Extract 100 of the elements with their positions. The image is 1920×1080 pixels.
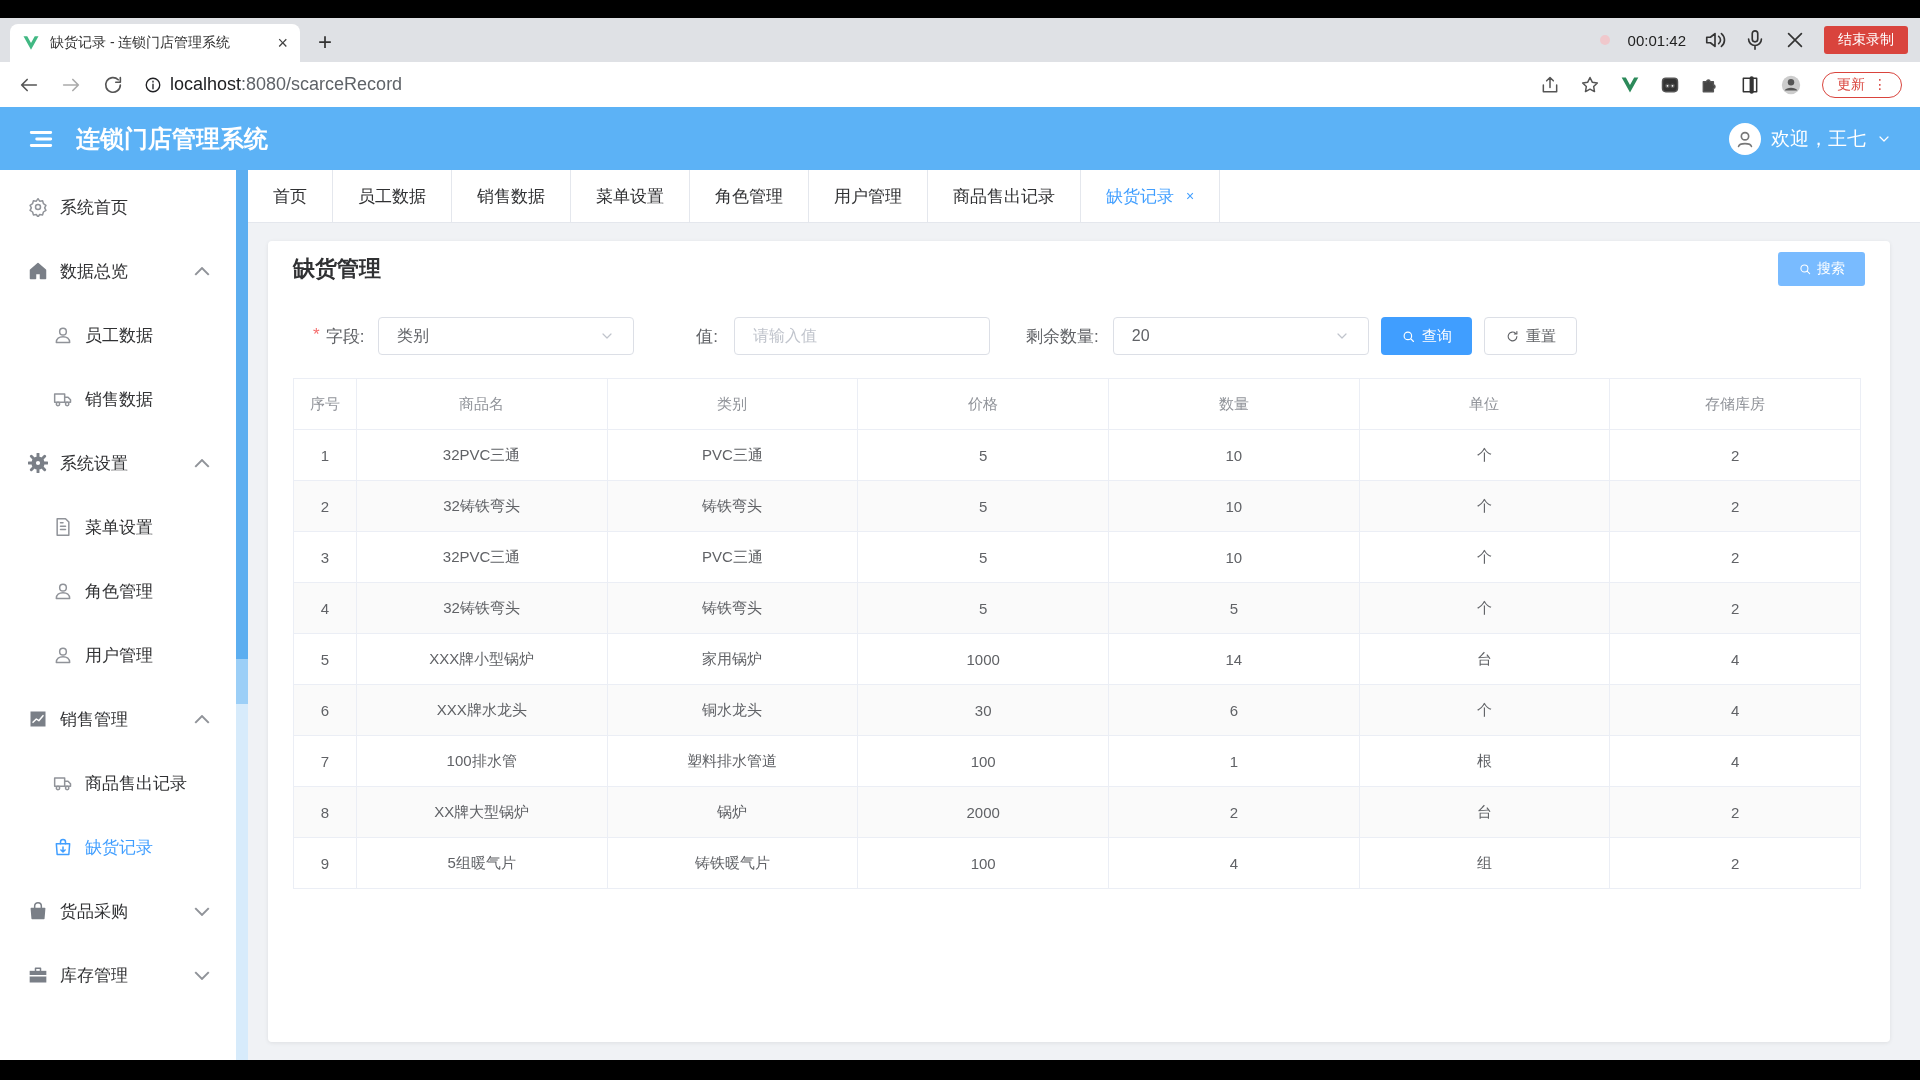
page-tab[interactable]: 销售数据 <box>452 170 571 222</box>
table-cell: 10 <box>1108 531 1360 583</box>
table-cell: 家用锅炉 <box>607 633 858 685</box>
table-cell: 锅炉 <box>607 786 858 838</box>
page-tab[interactable]: 用户管理 <box>809 170 928 222</box>
table-cell: 铸铁暖气片 <box>607 837 858 889</box>
reset-button[interactable]: 重置 <box>1483 317 1577 355</box>
table-cell: PVC三通 <box>607 429 858 481</box>
search-icon <box>1798 261 1812 276</box>
table-cell: 100 <box>857 837 1109 889</box>
sidebar-item[interactable]: 系统首页 <box>0 175 236 239</box>
close-icon[interactable]: × <box>277 32 288 54</box>
chevron-down-icon <box>194 907 210 916</box>
table-cell: 4 <box>1609 633 1861 685</box>
sidebar-group[interactable]: 库存管理 <box>0 943 236 1007</box>
table-cell: 100 <box>857 735 1109 787</box>
page-tab[interactable]: 商品售出记录 <box>928 170 1081 222</box>
table-cell: 4 <box>1108 837 1360 889</box>
table-cell: 台 <box>1359 786 1610 838</box>
column-header: 存储库房 <box>1609 378 1861 430</box>
table-cell: 个 <box>1359 582 1610 634</box>
table-cell: 组 <box>1359 837 1610 889</box>
column-header: 商品名 <box>356 378 608 430</box>
table-cell: 4 <box>1609 684 1861 736</box>
chevron-up-icon <box>194 715 210 724</box>
table-cell: 14 <box>1108 633 1360 685</box>
chevron-up-icon <box>194 267 210 276</box>
scrollbar[interactable] <box>236 170 248 1060</box>
column-header: 价格 <box>857 378 1109 430</box>
chevron-up-icon <box>194 459 210 468</box>
table-cell: XXX牌水龙头 <box>356 684 608 736</box>
sidebar-item[interactable]: 销售数据 <box>0 367 236 431</box>
table-cell: 32PVC三通 <box>356 531 608 583</box>
new-tab-button[interactable]: + <box>318 28 332 56</box>
table-cell: 32铸铁弯头 <box>356 480 608 532</box>
record-dot-icon <box>1599 35 1610 45</box>
briefcase-icon <box>28 965 48 985</box>
quantity-select[interactable]: 20 <box>1112 317 1369 355</box>
sidebar-item[interactable]: 角色管理 <box>0 559 236 623</box>
sidebar-group[interactable]: 系统设置 <box>0 431 236 495</box>
table-cell: 5 <box>857 582 1109 634</box>
table-cell: 2 <box>293 480 357 532</box>
table-cell: 2 <box>1609 531 1861 583</box>
table-cell: 3 <box>293 531 357 583</box>
sidebar-item[interactable]: 用户管理 <box>0 623 236 687</box>
page-tab[interactable]: 员工数据 <box>333 170 452 222</box>
table-cell: 塑料排水管道 <box>607 735 858 787</box>
table-cell: 1 <box>293 429 357 481</box>
field-label: * 字段: <box>313 324 365 348</box>
table-cell: 个 <box>1359 684 1610 736</box>
shopping-bag-icon <box>53 837 73 857</box>
table-cell: 10 <box>1108 480 1360 532</box>
sidebar-group[interactable]: 销售管理 <box>0 687 236 751</box>
table-cell: XX牌大型锅炉 <box>356 786 608 838</box>
table-cell: 7 <box>293 735 357 787</box>
logo-icon <box>22 34 40 52</box>
column-header: 类别 <box>607 378 858 430</box>
table-cell: 1000 <box>857 633 1109 685</box>
page-tab[interactable]: 首页 <box>248 170 333 222</box>
table-cell: 5组暖气片 <box>356 837 608 889</box>
table-cell: 32PVC三通 <box>356 429 608 481</box>
page-tab[interactable]: 菜单设置 <box>571 170 690 222</box>
value-label: 值: <box>696 325 719 348</box>
table-cell: PVC三通 <box>607 531 858 583</box>
user-icon <box>53 645 73 665</box>
star-icon <box>1580 74 1601 95</box>
table-cell: 铸铁弯头 <box>607 480 858 532</box>
sidebar-group[interactable]: 货品采购 <box>0 879 236 943</box>
address-bar[interactable]: localhost:8080/scarceRecord <box>144 74 1521 95</box>
field-select[interactable]: 类别 <box>378 317 635 355</box>
table-cell: 32铸铁弯头 <box>356 582 608 634</box>
table-cell: 8 <box>293 786 357 838</box>
browser-tab[interactable]: 缺货记录 - 连锁门店管理系统 × <box>10 24 300 62</box>
table-cell: 4 <box>293 582 357 634</box>
table-cell: 个 <box>1359 429 1610 481</box>
app-title: 连锁门店管理系统 <box>76 123 268 154</box>
table-cell: 2 <box>1609 582 1861 634</box>
table-cell: 30 <box>857 684 1109 736</box>
table-cell: 根 <box>1359 735 1610 787</box>
table-cell: 4 <box>1609 735 1861 787</box>
table-cell: 2 <box>1609 429 1861 481</box>
sidebar-item[interactable]: 商品售出记录 <box>0 751 236 815</box>
sidebar-item[interactable]: 员工数据 <box>0 303 236 367</box>
gear-icon <box>28 453 48 473</box>
sidebar-group[interactable]: 数据总览 <box>0 239 236 303</box>
user-icon <box>53 325 73 345</box>
table-cell: 铸铁弯头 <box>607 582 858 634</box>
value-input[interactable]: 请输入值 <box>734 317 991 355</box>
table-cell: 个 <box>1359 480 1610 532</box>
stop-recording-button[interactable]: 结束录制 <box>1824 26 1908 54</box>
table-cell: 9 <box>293 837 357 889</box>
update-button[interactable]: 更新 ⋮ <box>1822 71 1902 98</box>
page-tab[interactable]: 角色管理 <box>690 170 809 222</box>
home-icon <box>28 261 48 281</box>
table-cell: 10 <box>1108 429 1360 481</box>
table-cell: 5 <box>857 531 1109 583</box>
table-cell: 2 <box>1108 786 1360 838</box>
sidebar-item[interactable]: 菜单设置 <box>0 495 236 559</box>
column-header: 单位 <box>1359 378 1610 430</box>
table-cell: 2 <box>1609 786 1861 838</box>
